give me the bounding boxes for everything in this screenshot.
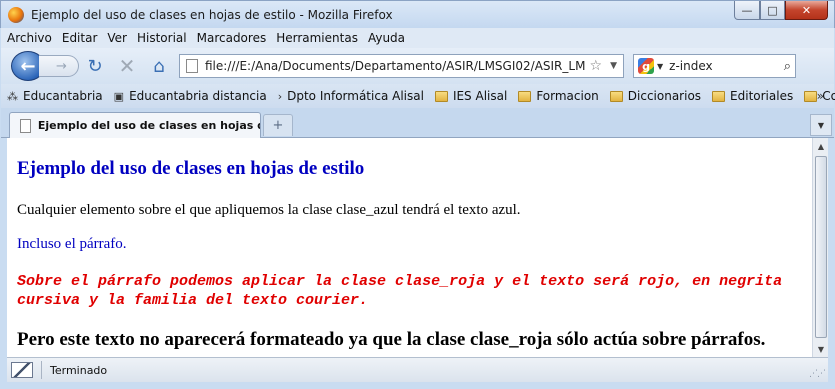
folder-icon [434, 90, 448, 102]
tab-strip: Ejemplo del uso de clases en hojas de ..… [1, 108, 834, 138]
bookmark-label: Educantabria [23, 89, 103, 103]
window-title: Ejemplo del uso de clases en hojas de es… [31, 7, 393, 22]
bookmark-label: IES Alisal [452, 89, 508, 103]
bookmarks-toolbar: ⁂ Educantabria ▣ Educantabria distancia … [1, 84, 835, 108]
home-icon[interactable]: ⌂ [143, 56, 175, 77]
close-button[interactable]: ✕ [785, 1, 828, 20]
page-icon: ▣ [113, 89, 125, 103]
bookmark-ies-alisal[interactable]: IES Alisal [434, 89, 508, 103]
tab-active[interactable]: Ejemplo del uso de clases en hojas de ..… [9, 112, 261, 138]
bookmarks-overflow-button[interactable]: » [817, 89, 824, 103]
bookmark-label: Formacion [536, 89, 599, 103]
new-tab-button[interactable]: + [263, 114, 293, 136]
page-content: Ejemplo del uso de clases en hojas de es… [7, 138, 812, 357]
search-input[interactable]: z-index [669, 59, 784, 73]
folder-icon [804, 90, 818, 102]
vertical-scrollbar[interactable]: ▲ ▼ [812, 138, 828, 357]
paragraph-clase-roja: Sobre el párrafo podemos aplicar la clas… [17, 273, 783, 309]
tab-list-dropdown-icon[interactable]: ▼ [810, 114, 832, 136]
search-icon[interactable]: ⌕ [784, 59, 791, 74]
scroll-up-icon[interactable]: ▲ [813, 138, 829, 154]
resize-grip-icon[interactable]: ⋰⋰ [809, 369, 826, 379]
menu-ayuda[interactable]: Ayuda [368, 31, 405, 45]
menu-ver[interactable]: Ver [107, 31, 127, 45]
bookmark-label: Diccionarios [627, 89, 702, 103]
page-icon [20, 118, 31, 133]
menu-herramientas[interactable]: Herramientas [276, 31, 358, 45]
menu-editar[interactable]: Editar [62, 31, 98, 45]
educantabria-icon: ⁂ [7, 89, 18, 103]
page-icon [186, 59, 198, 73]
firefox-logo-icon [8, 6, 24, 23]
bookmark-star-icon[interactable]: ☆ [590, 58, 603, 74]
paragraph-clase-azul: Cualquier elemento sobre el que apliquem… [17, 202, 521, 218]
status-icon [11, 362, 33, 378]
minimize-button[interactable]: — [734, 1, 760, 20]
menu-historial[interactable]: Historial [137, 31, 187, 45]
menu-marcadores[interactable]: Marcadores [197, 31, 267, 45]
reload-icon[interactable]: ↻ [79, 56, 111, 77]
window-frame-right [828, 138, 835, 389]
page-heading: Ejemplo del uso de clases en hojas de es… [17, 158, 365, 179]
window-controls: — □ ✕ [734, 1, 828, 20]
menu-archivo[interactable]: Archivo [7, 31, 52, 45]
bookmark-label: Correos [822, 89, 835, 103]
scrollbar-thumb[interactable] [815, 156, 827, 338]
paragraph-blue: Incluso el párrafo. [17, 236, 127, 252]
url-text: file:///E:/Ana/Documents/Departamento/AS… [205, 59, 586, 73]
navigation-toolbar: ← → ↻ ✕ ⌂ file:///E:/Ana/Documents/Depar… [1, 48, 834, 84]
menu-bar: Archivo Editar Ver Historial Marcadores … [1, 28, 834, 48]
bookmark-diccionarios[interactable]: Diccionarios [609, 89, 702, 103]
stop-icon[interactable]: ✕ [111, 54, 143, 78]
scroll-down-icon[interactable]: ▼ [813, 341, 829, 357]
search-bar[interactable]: g ▼ z-index ⌕ [633, 54, 796, 78]
bookmark-educantabria[interactable]: ⁂ Educantabria [7, 89, 103, 103]
url-dropdown-icon[interactable]: ▼ [610, 61, 617, 71]
url-bar[interactable]: file:///E:/Ana/Documents/Departamento/AS… [179, 54, 624, 78]
bookmark-label: Educantabria distancia [129, 89, 267, 103]
title-bar: Ejemplo del uso de clases en hojas de es… [0, 0, 835, 28]
bookmark-dpto-informatica[interactable]: › Dpto Informática Alisal [278, 89, 424, 103]
status-text: Terminado [50, 363, 108, 377]
search-engine-dropdown-icon[interactable]: ▼ [657, 62, 663, 71]
bookmark-formacion[interactable]: Formacion [518, 89, 599, 103]
search-engine-icon[interactable]: g [638, 58, 654, 74]
folder-icon [712, 90, 726, 102]
status-divider [41, 361, 42, 379]
heading-unformatted: Pero este texto no aparecerá formateado … [17, 329, 766, 350]
status-bar: Terminado ⋰⋰ [7, 357, 828, 382]
forward-arrow-icon: → [56, 58, 67, 74]
maximize-button[interactable]: □ [760, 1, 785, 20]
forward-button[interactable]: → [39, 55, 79, 77]
folder-icon [518, 90, 532, 102]
tab-label: Ejemplo del uso de clases en hojas de ..… [37, 119, 260, 132]
arrow-icon: › [277, 89, 283, 103]
bookmark-editoriales[interactable]: Editoriales [712, 89, 793, 103]
folder-icon [609, 90, 623, 102]
back-arrow-icon: ← [20, 55, 36, 77]
window-frame-left [0, 138, 7, 389]
bookmark-label: Dpto Informática Alisal [287, 89, 424, 103]
bookmark-label: Editoriales [730, 89, 794, 103]
bookmark-educantabria-distancia[interactable]: ▣ Educantabria distancia [114, 89, 267, 103]
